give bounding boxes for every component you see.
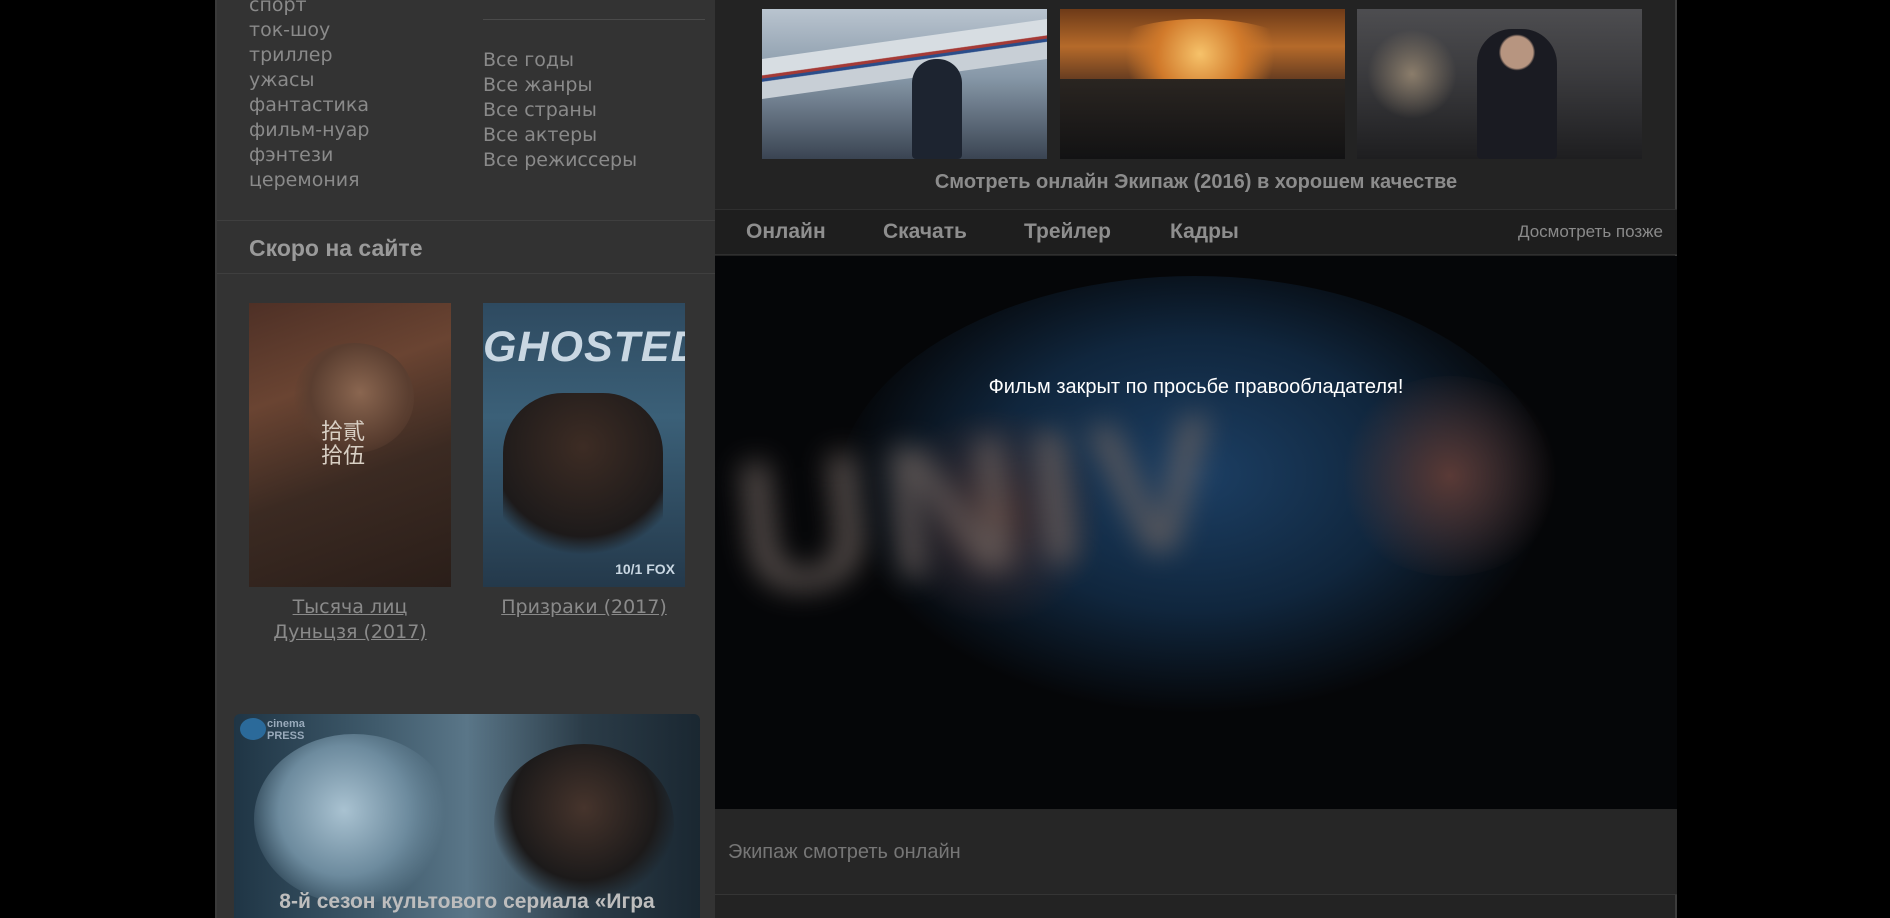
all-years-link[interactable]: Все годы [483,48,705,73]
genre-link[interactable]: триллер [249,43,370,68]
poster-image[interactable]: GHOSTED 10/1 FOX [483,303,685,587]
video-player[interactable]: UNIV Фильм закрыт по просьбе правооблада… [715,256,1677,809]
tab-frames[interactable]: Кадры [1170,220,1239,244]
all-actors-link[interactable]: Все актеры [483,123,705,148]
promo-logo-text: cinema PRESS [267,718,305,742]
main-content: Смотреть онлайн Экипаж (2016) в хорошем … [715,0,1677,918]
tab-trailer[interactable]: Трейлер [1024,220,1111,244]
promo-art [494,744,674,904]
watch-later-link[interactable]: Досмотреть позже [1518,222,1663,242]
description-bar: Экипаж смотреть онлайн [715,809,1677,895]
sidebar: спорт ток-шоу триллер ужасы фантастика ф… [215,0,715,918]
player-tabs: Онлайн Скачать Трейлер Кадры Досмотреть … [715,209,1677,255]
movie-still[interactable] [1060,9,1345,159]
genre-link[interactable]: фильм-нуар [249,118,370,143]
poster-text: 拾貳 拾伍 [321,420,366,469]
still-art [1367,29,1457,119]
coming-soon-title: Скоро на сайте [249,235,423,261]
player-message: Фильм закрыт по просьбе правообладателя! [988,376,1404,398]
still-art [1477,29,1557,159]
watch-title: Смотреть онлайн Экипаж (2016) в хорошем … [934,171,1458,193]
poster-title-link[interactable]: Призраки (2017) [483,595,685,620]
page: спорт ток-шоу триллер ужасы фантастика ф… [215,0,1677,918]
coming-soon-card[interactable]: GHOSTED 10/1 FOX Призраки (2017) [483,303,685,620]
tab-online[interactable]: Онлайн [746,220,826,244]
all-categories-list: Все годы Все жанры Все страны Все актеры… [483,19,705,173]
genre-link[interactable]: фэнтези [249,143,370,168]
description-title: Экипаж смотреть онлайн [728,841,961,863]
movie-still[interactable] [762,9,1047,159]
coming-soon-card[interactable]: 拾貳 拾伍 Тысяча лиц Дуньцзя (2017) [249,303,451,645]
tab-download[interactable]: Скачать [883,220,967,244]
player-backdrop [1335,376,1565,576]
all-genres-link[interactable]: Все жанры [483,73,705,98]
genre-link[interactable]: спорт [249,0,370,18]
promo-art [254,734,454,904]
all-directors-link[interactable]: Все режиссеры [483,148,705,173]
poster-text: GHOSTED [483,323,685,371]
genre-link[interactable]: ужасы [249,68,370,93]
poster-image[interactable]: 拾貳 拾伍 [249,303,451,587]
poster-badge: 10/1 FOX [615,561,675,577]
all-countries-link[interactable]: Все страны [483,98,705,123]
promo-banner[interactable]: cinema PRESS 8-й сезон культового сериал… [234,714,700,918]
movie-still[interactable] [1357,9,1642,159]
genre-link[interactable]: ток-шоу [249,18,370,43]
still-art [1060,79,1345,159]
cinemapress-logo-icon [240,718,266,740]
still-art [912,59,962,159]
promo-caption[interactable]: 8-й сезон культового сериала «Игра [234,890,700,914]
genre-link[interactable]: фантастика [249,93,370,118]
genre-link[interactable]: церемония [249,168,370,193]
genre-list: спорт ток-шоу триллер ужасы фантастика ф… [249,0,370,193]
poster-title-link[interactable]: Тысяча лиц Дуньцзя (2017) [249,595,451,645]
still-art [762,18,1047,100]
poster-art [503,393,663,573]
coming-soon-header: Скоро на сайте [217,220,715,274]
